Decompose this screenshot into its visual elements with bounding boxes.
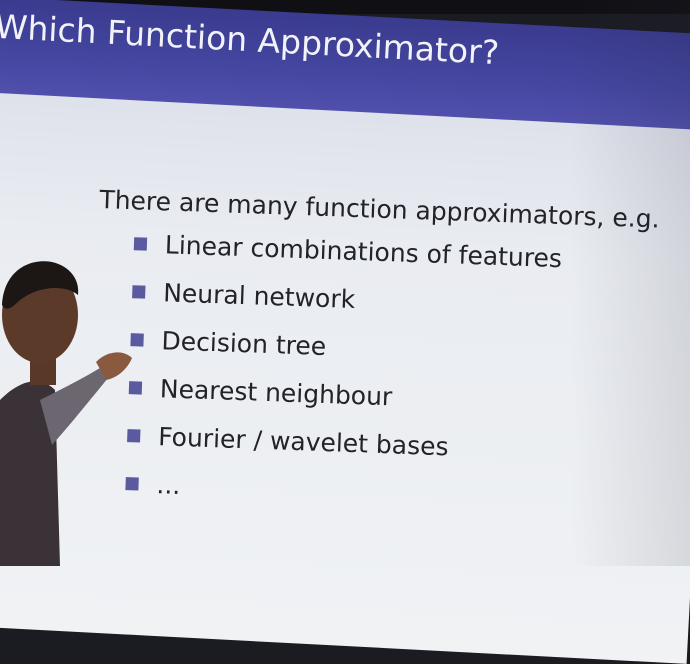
square-bullet-icon (133, 236, 148, 251)
bullet-text: Nearest neighbour (159, 373, 393, 411)
bullet-text: Fourier / wavelet bases (157, 421, 450, 461)
slide-title: Which Function Approximator? (0, 6, 501, 73)
bullet-text: Linear combinations of features (164, 229, 563, 273)
presenter-figure (0, 261, 132, 566)
bullet-text: ... (156, 469, 181, 500)
bullet-text: Decision tree (161, 325, 327, 361)
bullet-text: Neural network (162, 277, 356, 314)
lighting-shade (570, 0, 690, 566)
